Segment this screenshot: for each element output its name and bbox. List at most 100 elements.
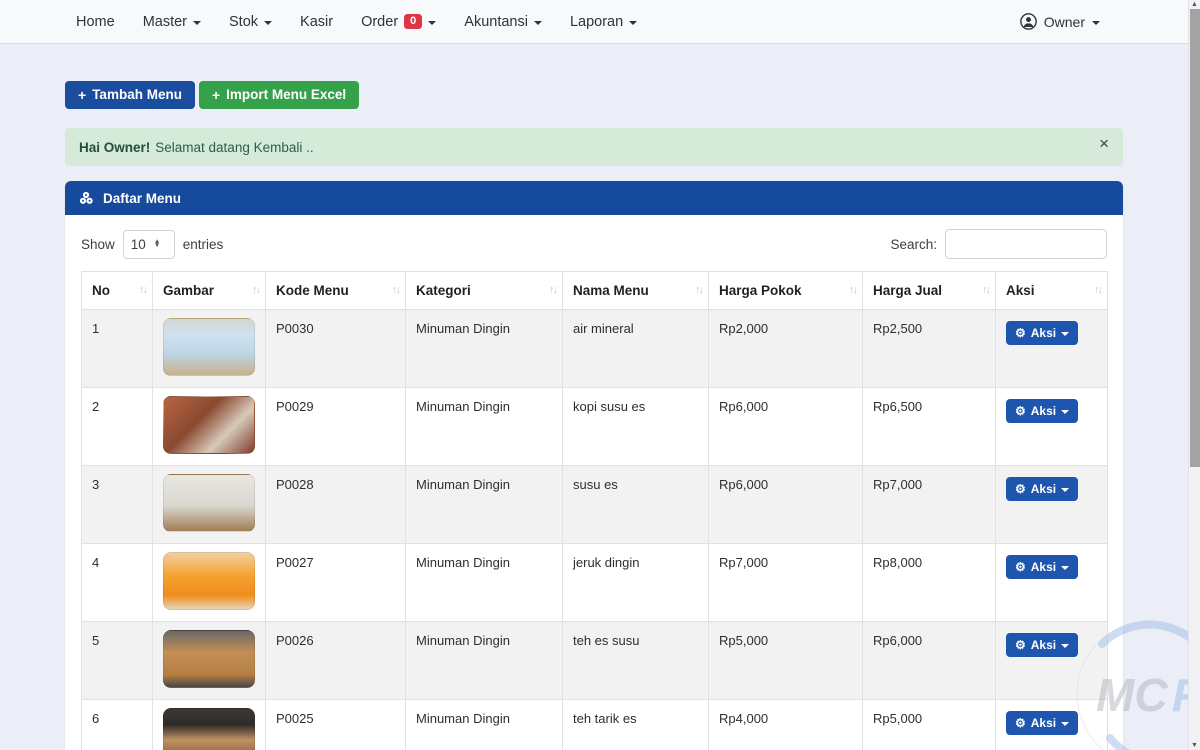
col-header-no[interactable]: No↑↓ <box>82 272 153 310</box>
cell-kode: P0026 <box>266 622 406 700</box>
card-body: Show 10 ▲▼ entries Search: <box>65 215 1123 750</box>
cell-aksi: ⚙Aksi <box>996 388 1108 466</box>
chevron-down-icon <box>1061 332 1069 336</box>
alert-message: Selamat datang Kembali .. <box>155 140 313 155</box>
cluster-icon <box>79 191 95 206</box>
vertical-scrollbar[interactable]: ▲ ▼ <box>1188 0 1200 750</box>
cell-nama: air mineral <box>563 310 709 388</box>
add-menu-button[interactable]: + Tambah Menu <box>65 81 195 109</box>
menu-image <box>163 630 255 688</box>
aksi-dropdown-button[interactable]: ⚙Aksi <box>1006 477 1078 501</box>
welcome-alert: Hai Owner! Selamat datang Kembali .. × <box>65 128 1123 166</box>
col-label: Harga Pokok <box>719 283 802 298</box>
col-label: No <box>92 283 110 298</box>
chevron-down-icon <box>629 21 637 25</box>
menu-table: No↑↓ Gambar↑↓ Kode Menu↑↓ Kategori↑↓ Nam… <box>81 271 1108 750</box>
aksi-label: Aksi <box>1031 716 1056 730</box>
menu-list-card: Daftar Menu Show 10 ▲▼ entries Search: <box>65 181 1123 750</box>
col-header-nama-menu[interactable]: Nama Menu ↑↓ <box>563 272 709 310</box>
search-input[interactable] <box>945 229 1107 259</box>
table-row: 3 P0028 Minuman Dingin susu es Rp6,000 R… <box>82 466 1108 544</box>
scroll-up-icon[interactable]: ▲ <box>1191 1 1198 8</box>
import-menu-label: Import Menu Excel <box>226 87 346 103</box>
col-label: Kode Menu <box>276 283 349 298</box>
nav-label: Master <box>143 14 187 30</box>
menu-image <box>163 552 255 610</box>
cell-gambar <box>153 700 266 750</box>
cell-aksi: ⚙Aksi <box>996 310 1108 388</box>
main-content: + Tambah Menu + Import Menu Excel Hai Ow… <box>65 81 1123 750</box>
cell-harga-pokok: Rp5,000 <box>709 622 863 700</box>
order-count-badge: 0 <box>404 14 422 29</box>
plus-icon: + <box>212 87 220 103</box>
cell-kategori: Minuman Dingin <box>406 310 563 388</box>
cell-nama: jeruk dingin <box>563 544 709 622</box>
col-header-harga-jual[interactable]: Harga Jual↑↓ <box>863 272 996 310</box>
alert-title: Hai Owner! <box>79 140 150 155</box>
aksi-dropdown-button[interactable]: ⚙Aksi <box>1006 711 1078 735</box>
col-header-kode-menu[interactable]: Kode Menu↑↓ <box>266 272 406 310</box>
col-header-harga-pokok[interactable]: Harga Pokok ↑↓ <box>709 272 863 310</box>
col-label: Aksi <box>1006 283 1035 298</box>
col-label: Nama Menu <box>573 283 649 298</box>
col-header-gambar[interactable]: Gambar↑↓ <box>153 272 266 310</box>
sort-icon: ↑↓ <box>849 284 856 296</box>
import-menu-excel-button[interactable]: + Import Menu Excel <box>199 81 359 109</box>
aksi-dropdown-button[interactable]: ⚙Aksi <box>1006 633 1078 657</box>
col-header-kategori[interactable]: Kategori↑↓ <box>406 272 563 310</box>
menu-image <box>163 318 255 376</box>
cell-harga-jual: Rp2,500 <box>863 310 996 388</box>
menu-image <box>163 474 255 532</box>
nav-item-stok[interactable]: Stok <box>217 8 284 36</box>
user-label: Owner <box>1044 14 1085 30</box>
cell-kode: P0029 <box>266 388 406 466</box>
cell-no: 4 <box>82 544 153 622</box>
chevron-down-icon <box>264 21 272 25</box>
select-arrows-icon: ▲▼ <box>154 240 160 248</box>
scroll-down-icon[interactable]: ▼ <box>1191 742 1198 749</box>
cell-harga-pokok: Rp6,000 <box>709 466 863 544</box>
cell-kategori: Minuman Dingin <box>406 466 563 544</box>
search-label: Search: <box>890 237 937 252</box>
page-size-select[interactable]: 10 ▲▼ <box>123 230 175 259</box>
person-circle-icon <box>1020 13 1037 30</box>
aksi-label: Aksi <box>1031 482 1056 496</box>
cell-gambar <box>153 544 266 622</box>
col-label: Gambar <box>163 283 214 298</box>
cell-harga-pokok: Rp7,000 <box>709 544 863 622</box>
table-row: 6 P0025 Minuman Dingin teh tarik es Rp4,… <box>82 700 1108 750</box>
nav-item-akuntansi[interactable]: Akuntansi <box>452 8 554 36</box>
nav-item-laporan[interactable]: Laporan <box>558 8 649 36</box>
cell-aksi: ⚙Aksi <box>996 700 1108 750</box>
chevron-down-icon <box>534 21 542 25</box>
col-header-aksi[interactable]: Aksi↑↓ <box>996 272 1108 310</box>
chevron-down-icon <box>1092 21 1100 25</box>
plus-icon: + <box>78 87 86 103</box>
aksi-dropdown-button[interactable]: ⚙Aksi <box>1006 555 1078 579</box>
aksi-label: Aksi <box>1031 638 1056 652</box>
nav-item-home[interactable]: Home <box>64 8 127 36</box>
aksi-dropdown-button[interactable]: ⚙Aksi <box>1006 321 1078 345</box>
cell-nama: teh tarik es <box>563 700 709 750</box>
aksi-dropdown-button[interactable]: ⚙Aksi <box>1006 399 1078 423</box>
nav-label: Home <box>76 14 115 30</box>
col-label: Kategori <box>416 283 471 298</box>
close-icon[interactable]: × <box>1099 135 1109 152</box>
nav-item-order[interactable]: Order0 <box>349 8 448 36</box>
cell-kode: P0027 <box>266 544 406 622</box>
nav-item-kasir[interactable]: Kasir <box>288 8 345 36</box>
cell-no: 3 <box>82 466 153 544</box>
cell-nama: teh es susu <box>563 622 709 700</box>
cell-kode: P0028 <box>266 466 406 544</box>
nav-item-master[interactable]: Master <box>131 8 213 36</box>
nav-label: Stok <box>229 14 258 30</box>
card-header: Daftar Menu <box>65 181 1123 215</box>
scrollbar-thumb[interactable] <box>1190 9 1200 467</box>
cell-no: 5 <box>82 622 153 700</box>
aksi-label: Aksi <box>1031 404 1056 418</box>
sort-icon: ↑↓ <box>982 284 989 296</box>
nav-label: Kasir <box>300 14 333 30</box>
cell-harga-pokok: Rp6,000 <box>709 388 863 466</box>
user-menu[interactable]: Owner <box>1020 13 1176 30</box>
sort-icon: ↑↓ <box>695 284 702 296</box>
